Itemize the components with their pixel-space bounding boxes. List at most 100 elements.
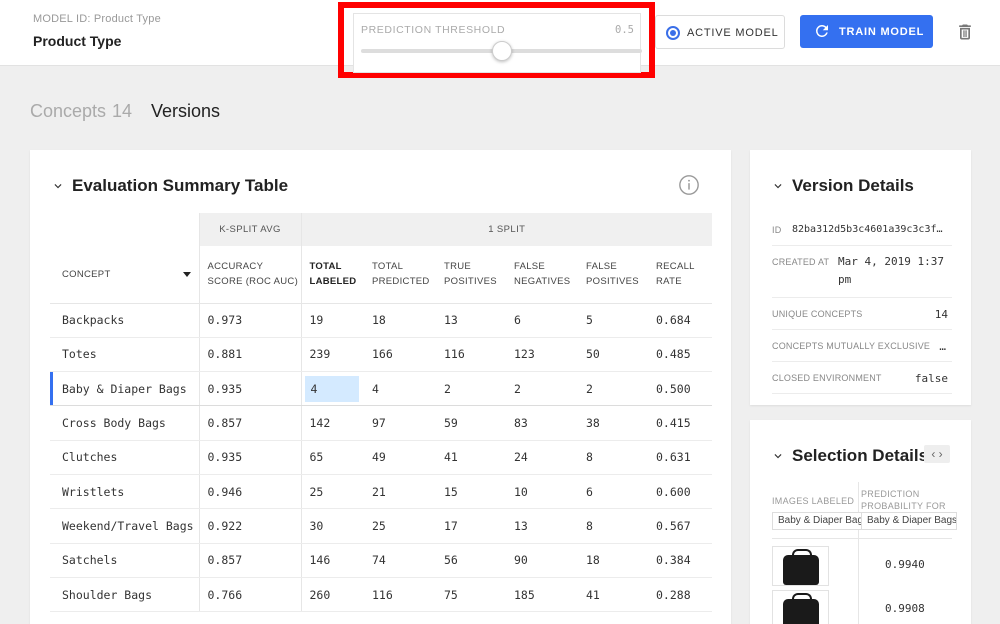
table-row[interactable]: Baby & Diaper Bags 0.935 4 4 2 2 2 0.500: [50, 371, 713, 407]
cell-value: 6: [586, 484, 593, 499]
active-model-label: ACTIVE MODEL: [687, 27, 779, 39]
recall-rate-cell: 0.415: [648, 405, 713, 441]
table-row[interactable]: Wristlets 0.946 25 21 15 10 6 0.600: [50, 474, 713, 510]
cell-value: 41: [444, 450, 458, 465]
closed-environment-key: CLOSED ENVIRONMENT: [772, 373, 882, 383]
total-predicted-cell: 21: [364, 474, 436, 510]
train-model-button[interactable]: TRAIN MODEL: [800, 15, 933, 48]
total-labeled-cell[interactable]: 30: [300, 508, 364, 544]
prediction-probability: 0.9908: [885, 602, 925, 615]
column-header-false-positives[interactable]: FALSE POSITIVES: [578, 246, 648, 304]
version-id-value: 82ba312d5b3c4601a39c3c3f…: [792, 224, 943, 235]
info-icon[interactable]: [678, 174, 700, 196]
column-header-true-positives[interactable]: TRUE POSITIVES: [436, 246, 506, 304]
cell-value: Shoulder Bags: [62, 587, 153, 602]
total-labeled-cell[interactable]: 142: [300, 405, 364, 441]
created-at-row: CREATED AT Mar 4, 2019 1:37 pm: [772, 246, 952, 298]
cell-value: 25: [309, 484, 324, 499]
true-positives-cell: 75: [436, 577, 506, 613]
total-predicted-cell: 4: [364, 371, 436, 407]
header-divider: [772, 538, 952, 539]
cell-value: Backpacks: [62, 313, 125, 328]
trash-icon[interactable]: [955, 22, 975, 42]
table-row[interactable]: Clutches 0.935 65 49 41 24 8 0.631: [50, 440, 713, 475]
sort-caret-icon[interactable]: [182, 272, 191, 277]
total-labeled-cell[interactable]: 65: [300, 440, 364, 475]
image-thumbnail[interactable]: [772, 590, 829, 624]
recall-rate-cell: 0.384: [648, 543, 713, 578]
pager-arrows[interactable]: ‹ ›: [924, 445, 950, 463]
column-divider: [858, 482, 859, 624]
tab-concepts[interactable]: Concepts 14: [30, 101, 132, 122]
recall-rate-cell: 0.567: [648, 508, 713, 544]
total-predicted-cell: 166: [364, 337, 436, 373]
false-positives-cell: 50: [578, 337, 648, 373]
column-header-total-labeled[interactable]: TOTAL LABELED: [300, 246, 364, 304]
cell-value: Satchels: [62, 553, 118, 568]
recall-rate-cell: 0.485: [648, 337, 713, 373]
table-row[interactable]: Satchels 0.857 146 74 56 90 18 0.384: [50, 543, 713, 578]
cell-value: 50: [586, 347, 600, 362]
active-model-toggle[interactable]: ACTIVE MODEL: [655, 15, 785, 49]
cell-value: 30: [309, 518, 324, 533]
created-at-value: Mar 4, 2019 1:37: [838, 255, 944, 268]
column-header-label: CONCEPT: [62, 268, 111, 280]
cell-value: 0.973: [207, 313, 243, 328]
group-header-1split: 1 SPLIT: [300, 213, 713, 246]
train-model-label: TRAIN MODEL: [839, 26, 925, 38]
cell-value: 90: [514, 553, 528, 568]
version-details-header[interactable]: Version Details: [771, 176, 914, 196]
concept-cell: Weekend/Travel Bags: [50, 508, 199, 544]
selection-details-header[interactable]: Selection Details: [771, 446, 928, 466]
total-labeled-cell[interactable]: 19: [300, 303, 364, 338]
cell-value: 0.684: [656, 313, 691, 328]
threshold-slider-thumb[interactable]: [491, 41, 512, 61]
cell-value: 0.857: [207, 553, 243, 568]
model-name: Product Type: [33, 33, 122, 49]
column-header-total-predicted[interactable]: TOTAL PREDICTED: [364, 246, 436, 304]
total-labeled-cell[interactable]: 25: [300, 474, 364, 510]
total-labeled-cell[interactable]: 146: [300, 543, 364, 578]
column-header-concept[interactable]: CONCEPT: [50, 246, 199, 304]
table-row[interactable]: Backpacks 0.973 19 18 13 6 5 0.684: [50, 303, 713, 338]
total-predicted-cell: 116: [364, 577, 436, 613]
concept-cell: Cross Body Bags: [50, 405, 199, 441]
false-positives-cell: 6: [578, 474, 648, 510]
cell-value: 24: [514, 450, 528, 465]
tab-versions[interactable]: Versions: [151, 101, 220, 122]
evaluation-table: K-SPLIT AVG 1 SPLIT CONCEPT ACCURACY SCO…: [50, 213, 713, 613]
table-row[interactable]: Totes 0.881 239 166 116 123 50 0.485: [50, 337, 713, 373]
total-labeled-cell[interactable]: 239: [300, 337, 364, 373]
total-labeled-cell[interactable]: 4: [300, 371, 364, 407]
cell-value: Baby & Diaper Bags: [62, 381, 187, 396]
cell-value: 0.415: [656, 416, 691, 431]
cell-value: 0.600: [656, 484, 691, 499]
evaluation-summary-header[interactable]: Evaluation Summary Table: [51, 176, 288, 196]
cell-value: 2: [586, 381, 593, 396]
false-negatives-cell: 6: [506, 303, 578, 338]
cell-value: Wristlets: [62, 484, 125, 499]
total-labeled-cell[interactable]: 260: [300, 577, 364, 613]
table-row[interactable]: Weekend/Travel Bags 0.922 30 25 17 13 8 0.567: [50, 508, 713, 544]
accuracy-cell: 0.857: [198, 543, 301, 578]
image-thumbnail[interactable]: [772, 546, 829, 586]
cell-value: 0.631: [656, 450, 691, 465]
cell-value: 17: [444, 518, 458, 533]
total-predicted-cell: 49: [364, 440, 436, 475]
table-row[interactable]: Shoulder Bags 0.766 260 116 75 185 41 0.288: [50, 577, 713, 613]
true-positives-cell: 15: [436, 474, 506, 510]
column-header-false-negatives[interactable]: FALSE NEGATIVES: [506, 246, 578, 304]
cell-value: 13: [514, 518, 528, 533]
concept-tag-images: Baby & Diaper Bags: [772, 512, 875, 530]
cell-value: 260: [309, 587, 331, 602]
recall-rate-cell: 0.500: [648, 371, 713, 407]
cell-value: 0.922: [207, 518, 243, 533]
accuracy-cell: 0.946: [198, 474, 301, 510]
total-predicted-cell: 25: [364, 508, 436, 544]
accuracy-cell: 0.935: [198, 371, 301, 407]
column-header-accuracy: ACCURACY SCORE (ROC AUC): [198, 246, 301, 304]
version-details-card: Version Details ID 82ba312d5b3c4601a39c3…: [750, 150, 971, 405]
false-negatives-cell: 24: [506, 440, 578, 475]
table-row[interactable]: Cross Body Bags 0.857 142 97 59 83 38 0.415: [50, 405, 713, 441]
true-positives-cell: 116: [436, 337, 506, 373]
